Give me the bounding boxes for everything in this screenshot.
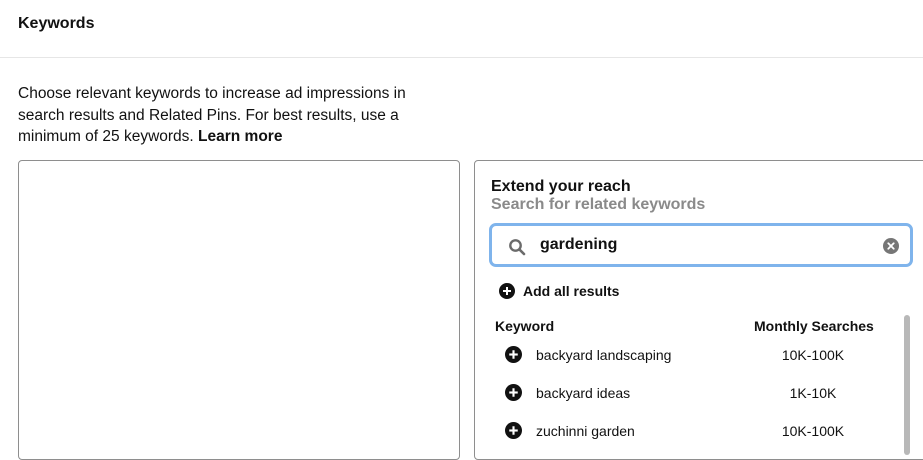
monthly-searches-value: 10K-100K <box>781 423 845 439</box>
add-keyword-icon[interactable] <box>505 422 522 439</box>
extend-reach-title: Extend your reach <box>491 178 631 195</box>
keyword-search-input[interactable]: gardening <box>489 223 913 267</box>
table-row: backyard landscaping 10K-100K <box>493 343 893 367</box>
clear-icon[interactable] <box>883 238 899 254</box>
table-row: zuchinni garden 10K-100K <box>493 419 893 443</box>
column-header-keyword: Keyword <box>495 318 555 334</box>
extend-reach-subtitle: Search for related keywords <box>491 196 706 213</box>
monthly-searches-value: 1K-10K <box>789 385 837 401</box>
monthly-searches-value: 10K-100K <box>781 347 845 363</box>
selected-keywords-box[interactable] <box>18 160 460 460</box>
keyword-text: backyard landscaping <box>536 347 672 363</box>
keywords-description: Choose relevant keywords to increase ad … <box>18 83 418 148</box>
header: Keywords <box>0 0 923 58</box>
plus-circle-icon <box>499 283 515 299</box>
search-icon <box>509 239 526 256</box>
extend-reach-panel: Extend your reach Search for related key… <box>474 160 923 460</box>
keyword-text: backyard ideas <box>536 385 631 401</box>
page-title: Keywords <box>18 15 95 32</box>
add-all-results-label: Add all results <box>523 283 620 299</box>
keyword-text: zuchinni garden <box>536 423 635 439</box>
search-value[interactable]: gardening <box>540 236 617 254</box>
learn-more-link[interactable]: Learn more <box>198 128 282 145</box>
results-scrollbar[interactable] <box>904 315 910 455</box>
add-keyword-icon[interactable] <box>505 384 522 401</box>
table-row: backyard ideas 1K-10K <box>493 381 893 405</box>
add-all-results-button[interactable]: Add all results <box>499 281 619 301</box>
add-keyword-icon[interactable] <box>505 346 522 363</box>
column-header-monthly-searches: Monthly Searches <box>754 318 874 334</box>
